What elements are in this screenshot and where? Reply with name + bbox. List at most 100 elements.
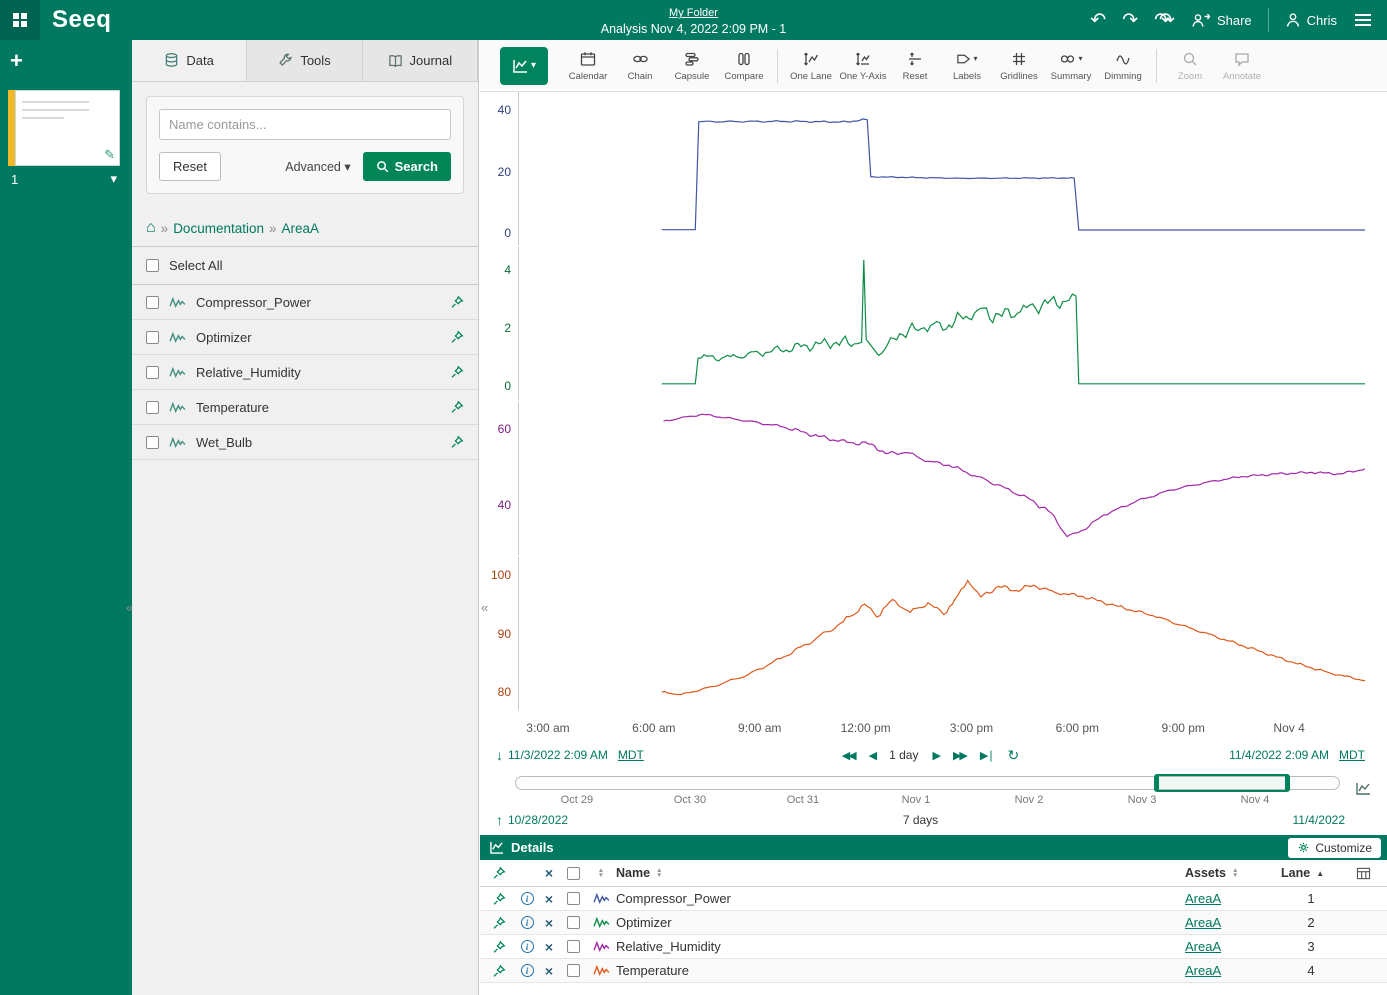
asset-link[interactable]: AreaA xyxy=(1185,939,1221,954)
remove-all-icon[interactable]: × xyxy=(545,866,553,880)
list-item[interactable]: Compressor_Power xyxy=(132,285,478,320)
auto-update-icon[interactable]: ↻ xyxy=(1008,747,1020,764)
details-row[interactable]: i × Compressor_Power AreaA 1 xyxy=(480,887,1387,911)
list-item[interactable]: Wet_Bulb xyxy=(132,425,478,460)
pin-icon[interactable] xyxy=(492,892,506,906)
toolbar-button-annotate[interactable]: Annotate xyxy=(1216,48,1268,84)
toolbar-button-reset[interactable]: Reset xyxy=(889,48,941,84)
timezone-link[interactable]: MDT xyxy=(1339,748,1365,762)
column-name[interactable]: Name xyxy=(616,866,650,880)
remove-icon[interactable]: × xyxy=(545,916,553,930)
asset-link[interactable]: AreaA xyxy=(1185,963,1221,978)
redo-icon[interactable]: ↷ xyxy=(1122,11,1138,30)
overview-duration[interactable]: 7 days xyxy=(903,813,938,827)
search-input[interactable] xyxy=(159,109,451,140)
pin-icon[interactable] xyxy=(492,916,506,930)
table-select-all-checkbox[interactable] xyxy=(567,867,580,880)
remove-icon[interactable]: × xyxy=(545,892,553,906)
toolbar-button-dimming[interactable]: Dimming xyxy=(1097,48,1149,84)
list-item[interactable]: Temperature xyxy=(132,390,478,425)
toolbar-button-calendar[interactable]: Calendar xyxy=(562,48,614,84)
overview-start-date[interactable]: 10/28/2022 xyxy=(508,813,568,827)
app-switcher-button[interactable] xyxy=(0,0,40,40)
display-end-time[interactable]: 11/4/2022 2:09 AM xyxy=(1229,748,1329,762)
toolbar-button-one-y-axis[interactable]: One Y-Axis xyxy=(837,48,889,84)
item-checkbox[interactable] xyxy=(146,401,159,414)
toolbar-button-chain[interactable]: Chain xyxy=(614,48,666,84)
pin-icon[interactable] xyxy=(450,330,464,344)
worksheet-thumbnail[interactable]: ✎ 1 ▾ xyxy=(8,90,120,187)
display-start-time[interactable]: 11/3/2022 2:09 AM xyxy=(508,748,608,762)
sort-icon[interactable]: ▲▼ xyxy=(1232,868,1238,878)
pin-icon[interactable] xyxy=(450,435,464,449)
investigate-start-icon[interactable]: ↓ xyxy=(496,747,503,763)
trend-lane-1[interactable]: 02040 xyxy=(480,92,1387,245)
new-worksheet-button[interactable]: + xyxy=(10,48,23,74)
info-icon[interactable]: i xyxy=(521,916,534,929)
share-button[interactable]: Share xyxy=(1191,12,1252,28)
pin-icon[interactable] xyxy=(492,940,506,954)
trend-lane-2[interactable]: 024 xyxy=(480,247,1387,400)
undo-icon[interactable]: ↶ xyxy=(1090,11,1106,30)
select-all-checkbox[interactable] xyxy=(146,259,159,272)
y-axis[interactable]: 024 xyxy=(480,247,516,400)
toolbar-button-labels[interactable]: ▾ Labels xyxy=(941,48,993,84)
step-forward-full-icon[interactable]: ▶▶ xyxy=(953,749,966,762)
list-item[interactable]: Relative_Humidity xyxy=(132,355,478,390)
details-row[interactable]: i × Temperature AreaA 4 xyxy=(480,959,1387,983)
y-axis[interactable]: 8090100 xyxy=(480,557,516,710)
table-settings-icon[interactable] xyxy=(1356,867,1371,880)
row-checkbox[interactable] xyxy=(567,940,580,953)
details-row[interactable]: i × Optimizer AreaA 2 xyxy=(480,911,1387,935)
row-checkbox[interactable] xyxy=(567,916,580,929)
pin-column-icon[interactable] xyxy=(492,866,506,880)
toolbar-button-capsule[interactable]: Capsule xyxy=(666,48,718,84)
item-checkbox[interactable] xyxy=(146,331,159,344)
details-row[interactable]: i × Relative_Humidity AreaA 3 xyxy=(480,935,1387,959)
toolbar-button-gridlines[interactable]: Gridlines xyxy=(993,48,1045,84)
row-checkbox[interactable] xyxy=(567,892,580,905)
toolbar-button-summary[interactable]: ▾ Summary xyxy=(1045,48,1097,84)
asset-link[interactable]: AreaA xyxy=(1185,891,1221,906)
pin-icon[interactable] xyxy=(450,295,464,309)
y-axis[interactable]: 02040 xyxy=(480,92,516,245)
pin-icon[interactable] xyxy=(492,964,506,978)
step-forward-half-icon[interactable]: ▶ xyxy=(932,749,938,762)
x-axis[interactable]: 3:00 am6:00 am9:00 am12:00 pm3:00 pm6:00… xyxy=(518,712,1365,740)
sort-type-icon[interactable]: ▲▼ xyxy=(598,868,604,878)
overview-track[interactable] xyxy=(515,776,1340,790)
breadcrumb-link-areaa[interactable]: AreaA xyxy=(282,221,320,236)
collapse-panel-handle[interactable]: « xyxy=(481,600,488,615)
overview-chart-icon[interactable] xyxy=(1356,782,1371,795)
step-to-end-icon[interactable]: ▶❘ xyxy=(980,749,994,762)
column-lane[interactable]: Lane xyxy=(1281,866,1310,880)
list-item[interactable]: Optimizer xyxy=(132,320,478,355)
range-start-icon[interactable]: ↑ xyxy=(496,812,503,828)
column-assets[interactable]: Assets xyxy=(1185,866,1226,880)
info-icon[interactable]: i xyxy=(521,892,534,905)
item-checkbox[interactable] xyxy=(146,366,159,379)
redo-all-icon[interactable]: ↷↷ xyxy=(1154,11,1175,30)
info-icon[interactable]: i xyxy=(521,964,534,977)
view-mode-dropdown[interactable]: ▾ xyxy=(500,47,548,85)
step-back-full-icon[interactable]: ◀◀ xyxy=(842,749,855,762)
sort-icon[interactable]: ▲▼ xyxy=(656,868,662,878)
user-menu[interactable]: Chris xyxy=(1285,12,1337,28)
reset-button[interactable]: Reset xyxy=(159,152,221,181)
tab-tools[interactable]: Tools xyxy=(247,40,362,81)
my-folder-link[interactable]: My Folder xyxy=(669,7,718,19)
remove-icon[interactable]: × xyxy=(545,940,553,954)
duration-label[interactable]: 1 day xyxy=(889,748,918,762)
trend-lane-4[interactable]: 8090100 xyxy=(480,557,1387,710)
pin-icon[interactable] xyxy=(450,400,464,414)
timezone-link[interactable]: MDT xyxy=(618,748,644,762)
tab-data[interactable]: Data xyxy=(132,40,247,81)
item-checkbox[interactable] xyxy=(146,436,159,449)
pin-icon[interactable] xyxy=(450,365,464,379)
worksheet-preview[interactable]: ✎ xyxy=(15,90,120,166)
hamburger-menu-icon[interactable] xyxy=(1353,12,1373,28)
chevron-down-icon[interactable]: ▾ xyxy=(110,171,117,187)
sort-asc-icon[interactable]: ▲ xyxy=(1316,869,1324,878)
breadcrumb-link-documentation[interactable]: Documentation xyxy=(173,221,264,236)
remove-icon[interactable]: × xyxy=(545,964,553,978)
